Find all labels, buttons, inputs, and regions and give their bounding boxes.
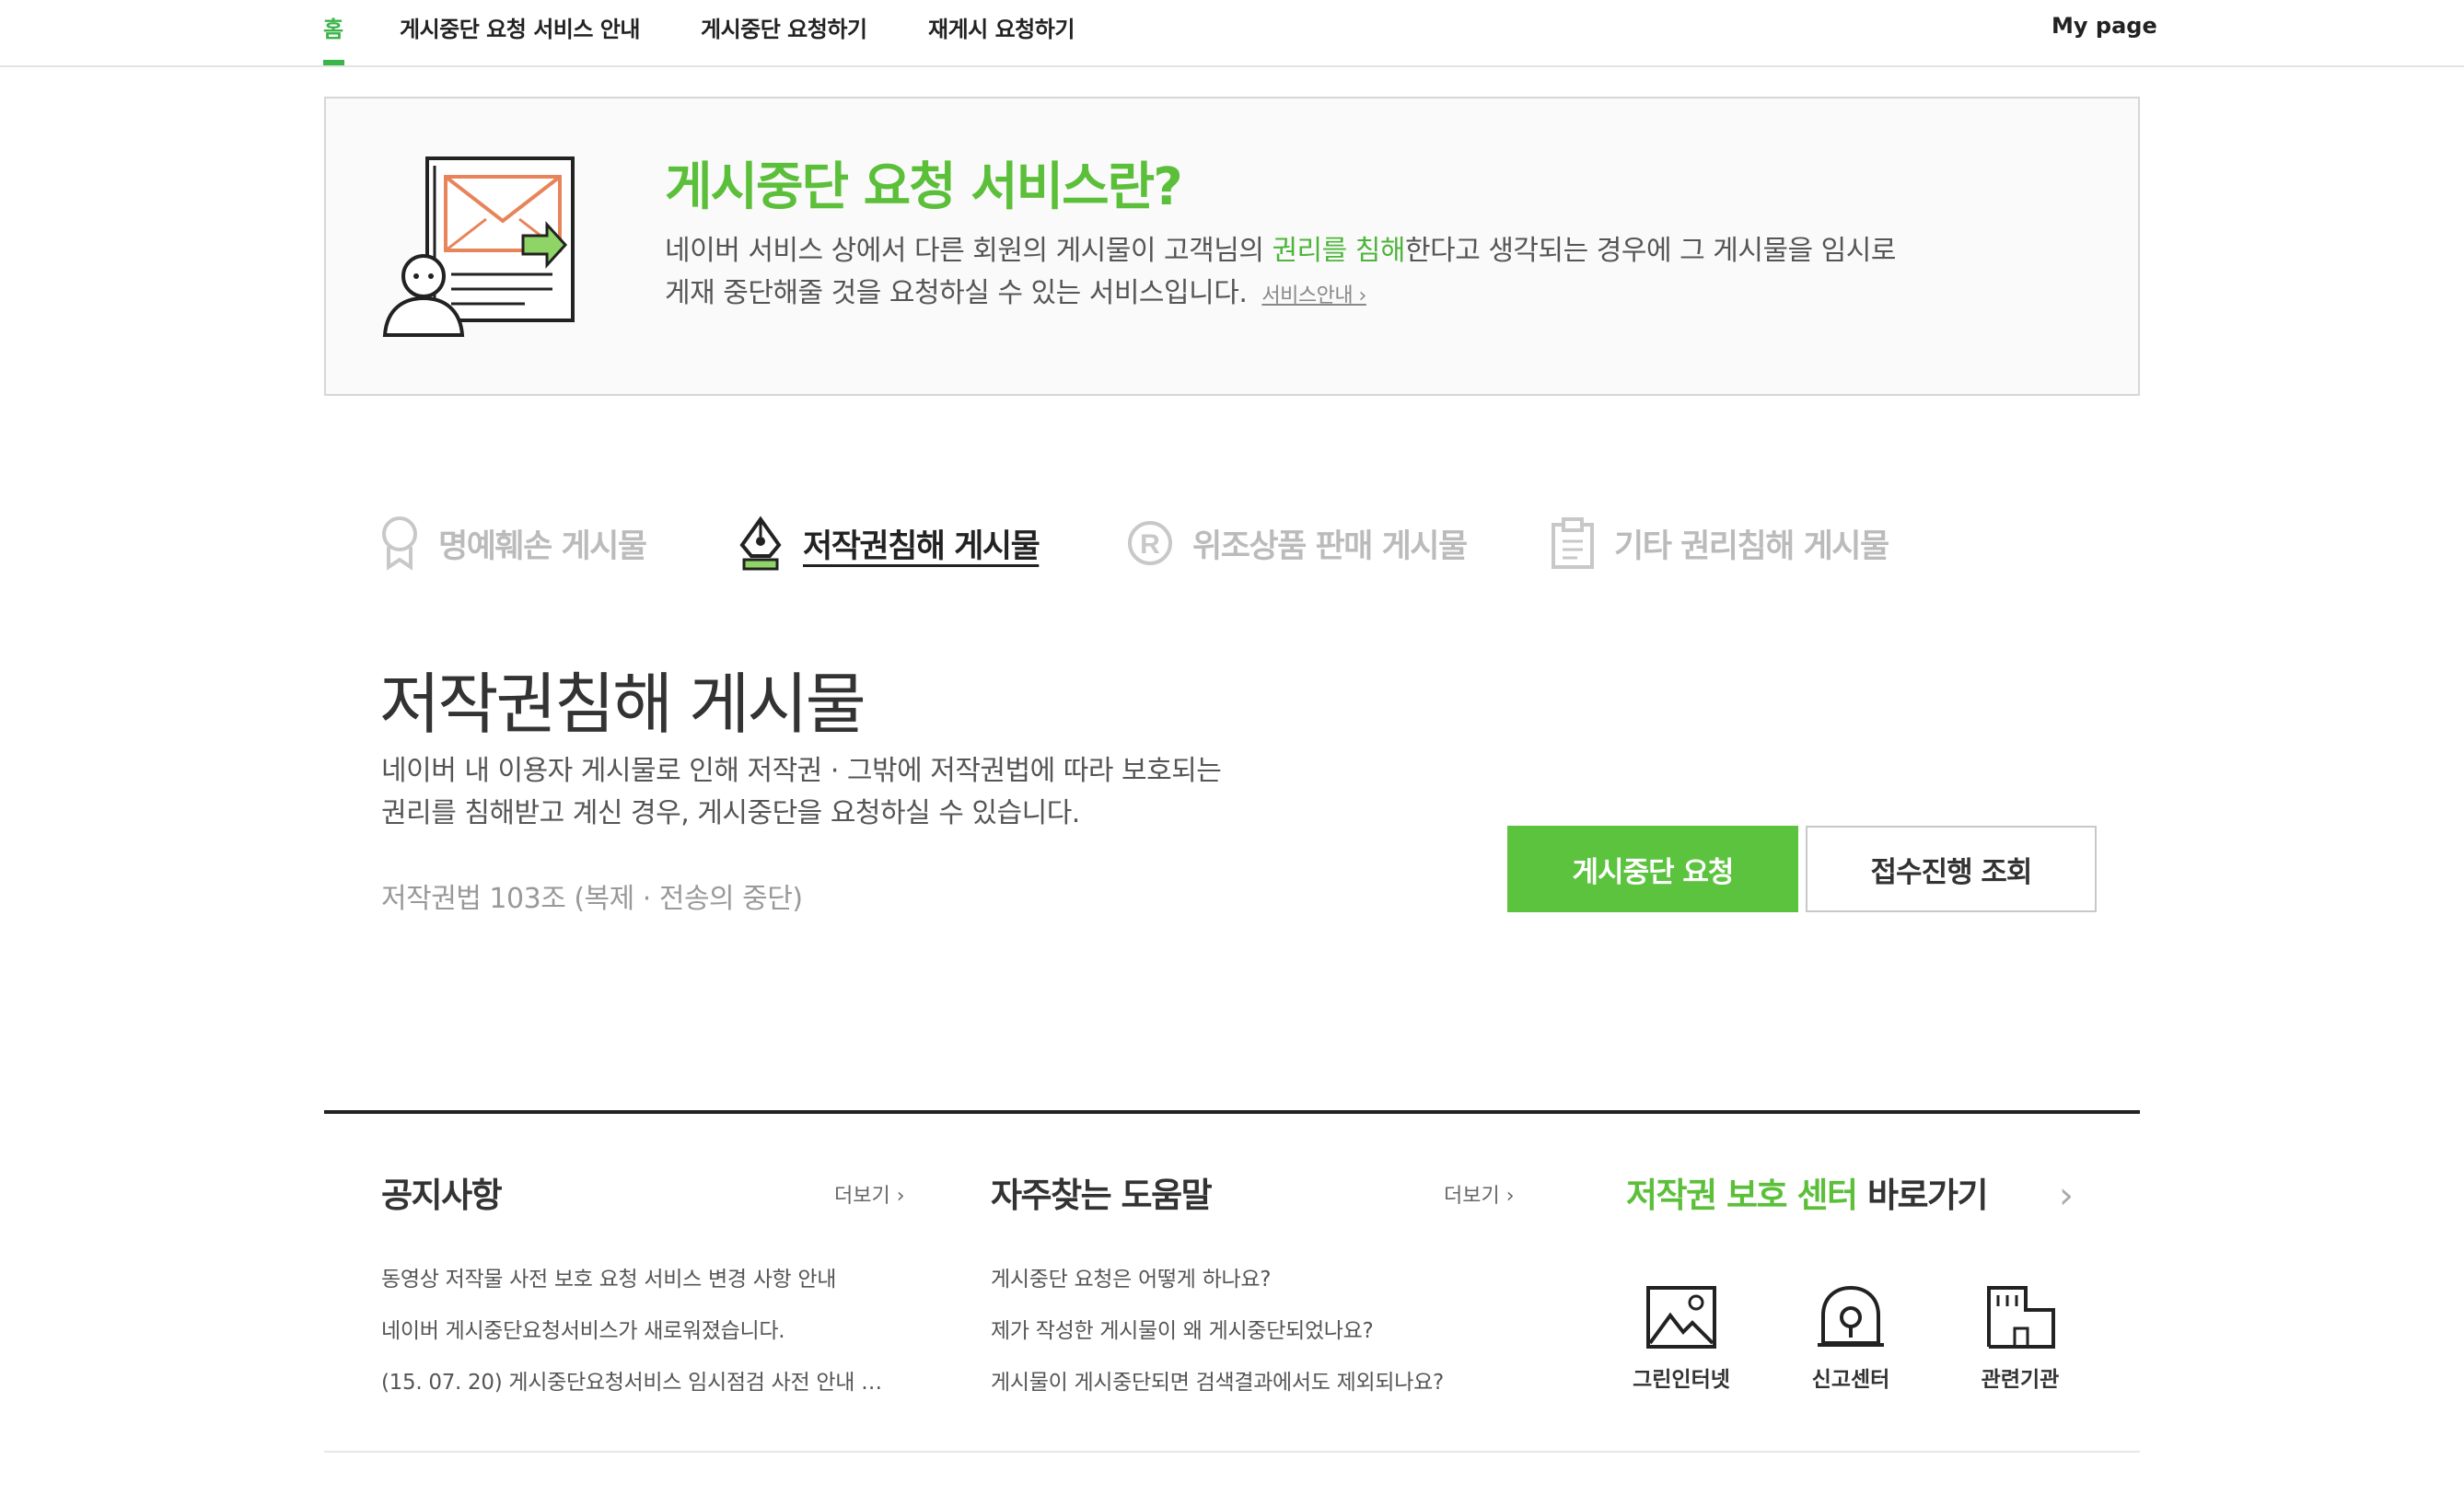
tab-copyright[interactable]: 저작권침해 게시물 (737, 511, 1040, 575)
org-report-center[interactable]: 신고센터 (1786, 1284, 1915, 1393)
tab-other[interactable]: 기타 권리침해 게시물 (1550, 511, 1889, 575)
svg-text:R: R (1140, 529, 1160, 560)
org-related-agencies[interactable]: 관련기관 (1956, 1284, 2085, 1393)
org-label: 관련기관 (1981, 1368, 2060, 1392)
faq-item[interactable]: 제가 작성한 게시물이 왜 게시중단되었나요? (991, 1313, 1506, 1344)
notice-title: 공지사항 (381, 1176, 503, 1215)
copyright-center-title[interactable]: 저작권 보호 센터 바로가기 (1626, 1167, 1989, 1217)
building-icon (1987, 1286, 2055, 1349)
ribbon-icon (382, 516, 417, 571)
nav-request[interactable]: 게시중단 요청하기 (701, 11, 867, 43)
faq-item[interactable]: 게시물이 게시중단되면 검색결과에서도 제외되나요? (991, 1364, 1506, 1396)
tab-counterfeit[interactable]: R 위조상품 판매 게시물 (1126, 511, 1468, 575)
org-green-internet[interactable]: 그린인터넷 (1617, 1284, 1746, 1393)
clipboard-icon (1552, 517, 1594, 569)
envelope-person-icon (382, 156, 575, 337)
pen-nib-icon (739, 516, 782, 571)
intro-line-2: 게재 중단해줄 것을 요청하실 수 있는 서비스입니다. 서비스안내 › (665, 270, 1366, 310)
detail-law: 저작권법 103조 (복제 · 전송의 중단) (381, 883, 803, 915)
registered-icon: R (1128, 521, 1172, 565)
service-guide-link[interactable]: 서비스안내 › (1261, 284, 1366, 307)
request-takedown-button[interactable]: 게시중단 요청 (1507, 826, 1798, 912)
faq-more-link[interactable]: 더보기 › (1444, 1179, 1515, 1209)
nav-home[interactable]: 홈 (323, 11, 343, 43)
notice-item[interactable]: 동영상 저작물 사전 보호 요청 서비스 변경 사항 안내 (381, 1261, 897, 1292)
org-label: 신고센터 (1811, 1368, 1890, 1392)
center-title-dark: 바로가기 (1866, 1176, 1989, 1215)
section-divider (324, 1110, 2140, 1114)
detail-desc-2: 권리를 침해받고 계신 경우, 게시중단을 요청하실 수 있습니다. (381, 797, 1080, 829)
mypage-link[interactable]: My page (2051, 13, 2157, 39)
detail-desc-1: 네이버 내 이용자 게시물로 인해 저작권 · 그밖에 저작권법에 따라 보호되… (381, 755, 1222, 787)
notice-more-link[interactable]: 더보기 › (834, 1179, 905, 1209)
nav-repost[interactable]: 재게시 요청하기 (928, 11, 1075, 43)
notice-item[interactable]: 네이버 게시중단요청서비스가 새로워졌습니다. (381, 1313, 897, 1344)
nav-service-guide[interactable]: 게시중단 요청 서비스 안내 (400, 11, 640, 43)
tab-label: 기타 권리침해 게시물 (1614, 527, 1889, 565)
nav-active-indicator (323, 60, 344, 65)
tab-defamation[interactable]: 명예훼손 게시물 (379, 511, 647, 575)
center-title-green: 저작권 보호 센터 (1626, 1176, 1858, 1215)
notice-item[interactable]: (15. 07. 20) 게시중단요청서비스 임시점검 사전 안내 드립니다. (381, 1364, 897, 1396)
check-status-button[interactable]: 접수진행 조회 (1806, 826, 2097, 912)
footer-divider (324, 1451, 2140, 1453)
detail-title: 저작권침해 게시물 (379, 666, 866, 743)
top-nav: 홈 게시중단 요청 서비스 안내 게시중단 요청하기 재게시 요청하기 My p… (0, 0, 2464, 67)
chevron-right-icon[interactable]: › (2059, 1175, 2074, 1217)
tab-label: 저작권침해 게시물 (803, 527, 1040, 565)
tab-label: 명예훼손 게시물 (438, 527, 647, 565)
faq-item[interactable]: 게시중단 요청은 어떻게 하나요? (991, 1261, 1506, 1292)
intro-line-1: 네이버 서비스 상에서 다른 회원의 게시물이 고객님의 권리를 침해한다고 생… (665, 227, 1896, 268)
siren-icon (1818, 1285, 1884, 1347)
image-frame-icon (1646, 1286, 1716, 1349)
org-label: 그린인터넷 (1633, 1368, 1730, 1392)
intro-title: 게시중단 요청 서비스란? (665, 157, 1183, 217)
intro-highlight: 권리를 침해 (1272, 235, 1405, 267)
faq-title: 자주찾는 도움말 (991, 1176, 1213, 1215)
intro-text: 게재 중단해줄 것을 요청하실 수 있는 서비스입니다. (665, 277, 1248, 309)
tab-label: 위조상품 판매 게시물 (1192, 527, 1468, 565)
intro-text: 한다고 생각되는 경우에 그 게시물을 임시로 (1405, 235, 1896, 267)
intro-text: 네이버 서비스 상에서 다른 회원의 게시물이 고객님의 (665, 235, 1273, 267)
